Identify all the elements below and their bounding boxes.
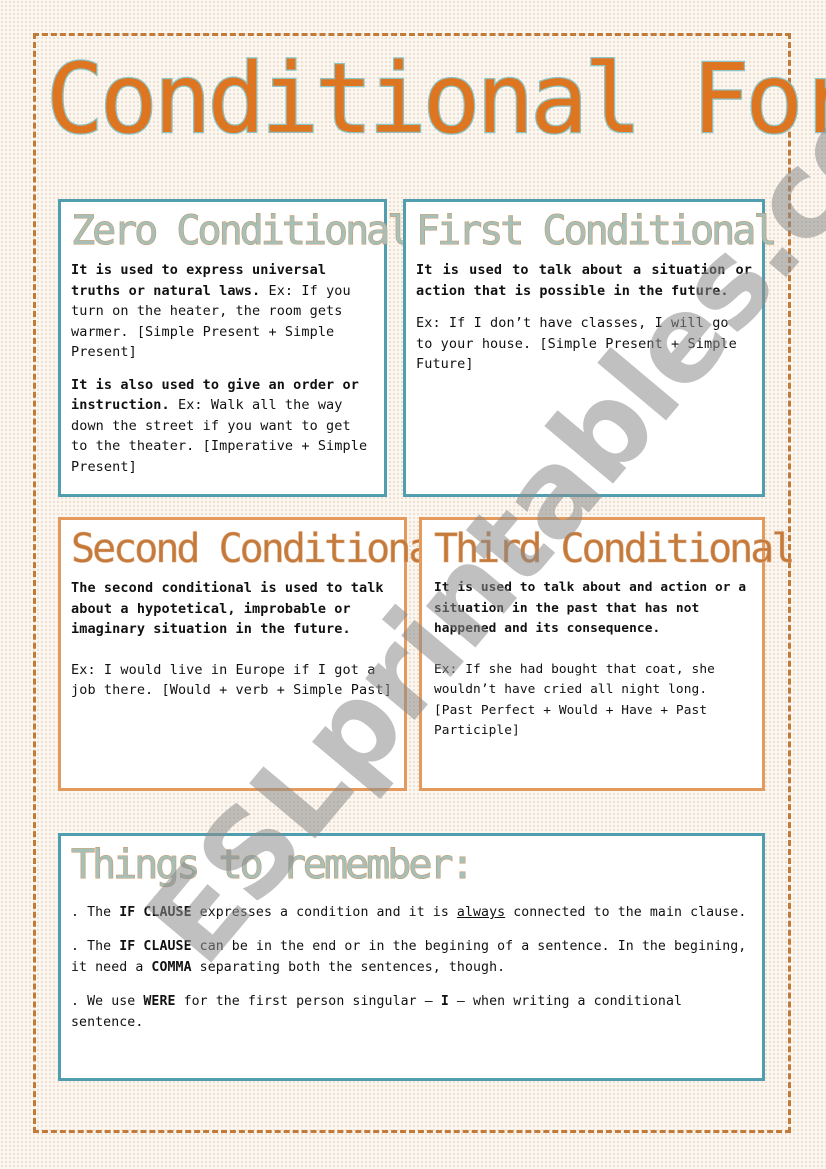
card-things-to-remember: Things to remember: . The IF CLAUSE expr… <box>58 833 765 1081</box>
text: . The <box>71 938 120 954</box>
text: . We use <box>71 993 144 1009</box>
card-paragraph: It is used to express universal truths o… <box>71 260 374 363</box>
example-text: Ex: I would live in Europe if I got a jo… <box>71 661 392 699</box>
text: separating both the sentences, though. <box>191 960 506 975</box>
text: . The <box>71 905 120 920</box>
text: connected to the main clause. <box>505 905 747 920</box>
underlined-term: always <box>456 905 506 920</box>
bold-term: IF CLAUSE <box>119 938 192 954</box>
remember-item: . The IF CLAUSE expresses a condition an… <box>71 902 752 924</box>
example-text: Ex: If I don’t have classes, I will go t… <box>416 315 737 372</box>
remember-item: . We use WERE for the first person singu… <box>71 991 752 1034</box>
card-title: Second Conditional <box>71 526 454 573</box>
card-title: Things to remember: <box>71 842 476 889</box>
definition-text: It is used to talk about and action or a… <box>434 580 747 636</box>
card-zero-conditional: Zero Conditional It is used to express u… <box>58 199 412 497</box>
card-paragraph: It is also used to give an order or inst… <box>71 375 374 478</box>
card-third-conditional: Third Conditional It is used to talk abo… <box>419 517 796 791</box>
definition-text: The second conditional is used to talk a… <box>71 580 384 637</box>
text: for the first person singular – <box>175 993 441 1009</box>
card-title: Zero Conditional <box>71 208 412 255</box>
example-text: Ex: If she had bought that coat, she wou… <box>434 661 715 739</box>
definition-text: It is used to talk about a situation or … <box>416 262 752 299</box>
card-first-conditional: First Conditional It is used to talk abo… <box>403 199 778 497</box>
bold-term: I <box>440 993 449 1009</box>
page-title: Conditional Forms <box>45 43 826 156</box>
text: expresses a condition and it is <box>191 905 457 920</box>
card-second-conditional: Second Conditional The second conditiona… <box>58 517 454 791</box>
card-title: Third Conditional <box>434 526 796 573</box>
bold-term: COMMA <box>151 960 192 975</box>
remember-item: . The IF CLAUSE can be in the end or in … <box>71 936 752 979</box>
bold-term: WERE <box>143 993 176 1009</box>
bold-term: IF CLAUSE <box>119 905 192 920</box>
card-title: First Conditional <box>416 208 778 255</box>
